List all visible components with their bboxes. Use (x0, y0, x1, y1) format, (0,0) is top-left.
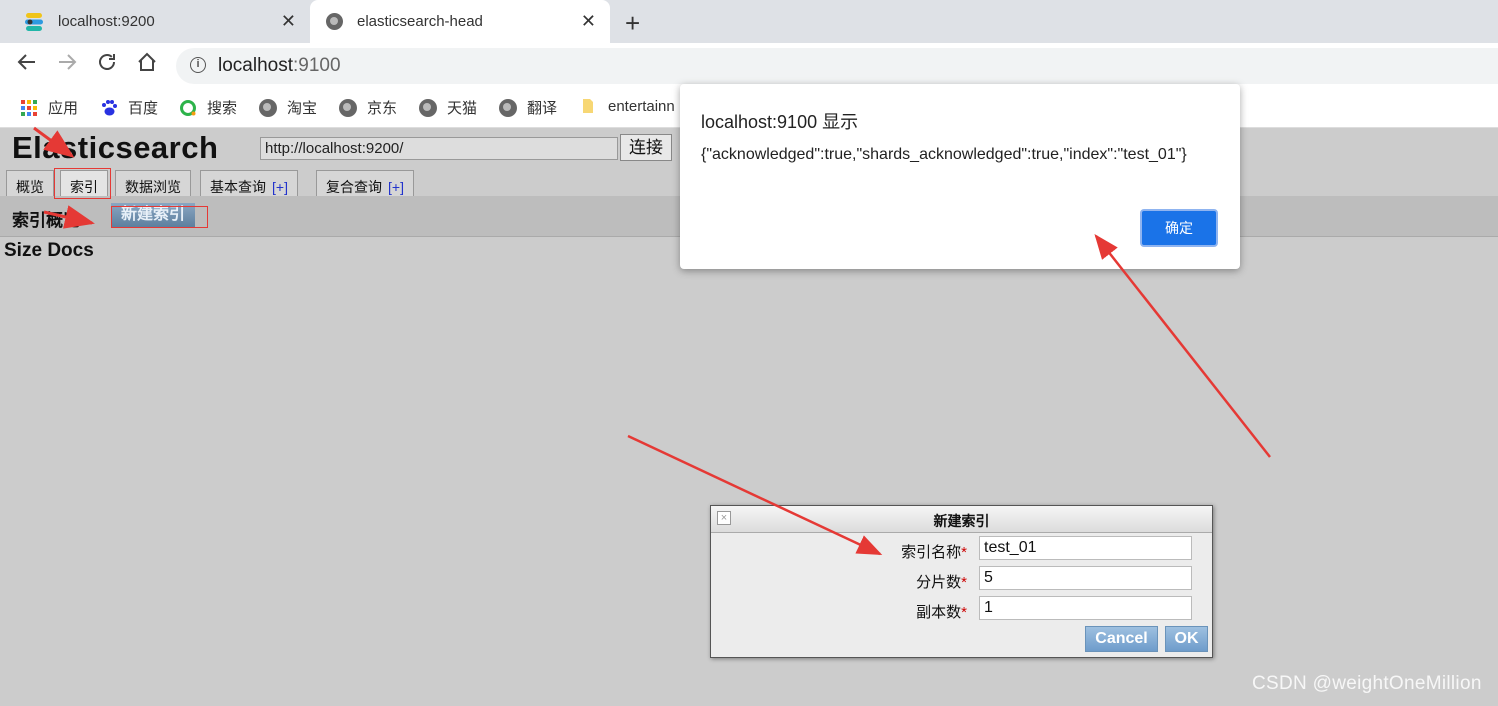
annotation-arrow (43, 205, 95, 229)
annotation-arrows (33, 126, 1271, 556)
annotation-arrow (1094, 234, 1271, 458)
annotation-arrow (627, 434, 883, 556)
annotation-arrow (33, 126, 75, 158)
watermark: CSDN @weightOneMillion (1252, 673, 1482, 694)
